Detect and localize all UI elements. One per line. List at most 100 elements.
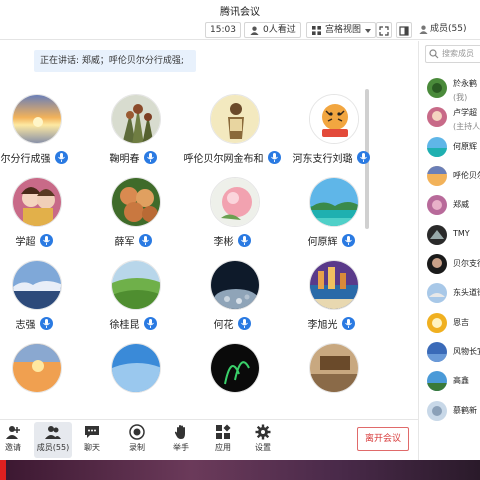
member-avatar	[427, 78, 447, 98]
member-name: 东头道街	[453, 288, 480, 297]
settings-button[interactable]: 设置	[246, 422, 280, 458]
avatar	[309, 260, 359, 310]
avatar	[12, 343, 62, 393]
member-avatar	[427, 225, 447, 245]
avatar	[309, 94, 359, 144]
member-item[interactable]: 於永鹤 (我)	[427, 78, 480, 102]
member-item[interactable]: TMY	[427, 225, 480, 249]
mic-icon	[138, 234, 152, 247]
leave-meeting-button[interactable]: 离开会议	[357, 427, 409, 451]
participant-name: 尔分行成强	[0, 154, 51, 165]
fullscreen-button[interactable]	[376, 22, 392, 38]
member-item[interactable]: 呼伦贝尔	[427, 166, 480, 190]
mic-icon	[341, 317, 355, 330]
invite-button[interactable]: 邀请	[0, 422, 30, 458]
sidebar-toggle-button[interactable]	[396, 22, 412, 38]
view-mode-select[interactable]: 宫格视图	[306, 22, 377, 38]
member-avatar	[427, 254, 447, 274]
member-avatar	[427, 313, 447, 333]
member-item[interactable]: 郑威	[427, 195, 480, 219]
mic-icon	[341, 234, 355, 247]
raise-hand-label: 举手	[173, 443, 189, 452]
participant-tile[interactable]: 李旭光	[271, 260, 391, 340]
member-name: 於永鹤	[453, 79, 477, 88]
video-grid: 正在讲话: 郑威；呼伦贝尔分行成强; 尔分行成强 鞠明春 呼伦贝尔网金布和 河东…	[0, 41, 418, 419]
member-role: (主持人	[453, 122, 480, 131]
member-avatar	[427, 283, 447, 303]
avatar	[12, 177, 62, 227]
member-item[interactable]: 慕鹤新	[427, 401, 480, 425]
mic-icon	[356, 151, 370, 164]
taskbar-accent	[0, 460, 6, 480]
raise-hand-button[interactable]: 举手	[164, 422, 198, 458]
avatar	[111, 94, 161, 144]
member-name: 高鑫	[453, 376, 469, 385]
member-item[interactable]: 贝尔支行	[427, 254, 480, 278]
avatar	[210, 343, 260, 393]
viewer-icon	[250, 26, 259, 35]
member-avatar	[427, 166, 447, 186]
apps-button[interactable]: 应用	[206, 422, 240, 458]
member-item[interactable]: 恩吉	[427, 313, 480, 337]
member-name: 风物长宜	[453, 347, 480, 356]
avatar	[309, 343, 359, 393]
record-icon	[129, 424, 145, 440]
viewers-button[interactable]: 0人看过	[244, 22, 301, 38]
record-button[interactable]: 录制	[120, 422, 154, 458]
participant-name: 李彬	[213, 237, 234, 248]
mic-icon	[237, 317, 251, 330]
chevron-down-icon	[365, 29, 372, 33]
view-mode-label: 宫格视图	[325, 25, 362, 35]
participant-name: 学超	[15, 237, 36, 248]
avatar	[12, 260, 62, 310]
member-name: 卢学超	[453, 108, 477, 117]
member-name: 何原辉	[453, 142, 477, 151]
apps-icon	[216, 424, 231, 439]
viewers-count: 0人看过	[263, 25, 296, 35]
member-avatar	[427, 401, 447, 421]
member-name: 慕鹤新	[453, 406, 477, 415]
members-button[interactable]: 成员(55)	[34, 422, 72, 458]
invite-icon	[6, 426, 20, 439]
member-item[interactable]: 风物长宜	[427, 342, 480, 366]
avatar	[309, 177, 359, 227]
avatar	[210, 177, 260, 227]
member-item[interactable]: 卢学超 (主持人	[427, 107, 480, 131]
members-toggle[interactable]: 成员(55)	[416, 22, 471, 38]
member-name: 呼伦贝尔	[453, 171, 480, 180]
chat-label: 聊天	[84, 443, 100, 452]
invite-label: 邀请	[5, 443, 21, 452]
fullscreen-icon	[379, 26, 389, 36]
raise-hand-icon	[174, 425, 185, 439]
meeting-timer: 15:03	[205, 22, 241, 38]
chat-icon	[85, 426, 99, 438]
mic-icon	[39, 317, 53, 330]
member-item[interactable]: 东头道街	[427, 283, 480, 307]
sidebar-layout-icon	[399, 26, 409, 36]
member-avatar	[427, 195, 447, 215]
title-bar: 腾讯会议	[0, 0, 480, 20]
members-count-label: 成员(55)	[430, 24, 467, 34]
participant-tile[interactable]: 河东支行刘璐	[271, 94, 391, 174]
avatar	[210, 260, 260, 310]
search-placeholder: 搜索成员	[442, 49, 474, 58]
chat-button[interactable]: 聊天	[75, 422, 109, 458]
member-avatar	[427, 137, 447, 157]
avatar	[111, 260, 161, 310]
participant-tile[interactable]	[271, 343, 391, 419]
window-title: 腾讯会议	[220, 7, 260, 18]
member-avatar	[427, 371, 447, 391]
participant-name: 李旭光	[307, 320, 338, 331]
apps-label: 应用	[215, 443, 231, 452]
member-avatar	[427, 342, 447, 362]
member-item[interactable]: 何原辉	[427, 137, 480, 161]
settings-label: 设置	[255, 443, 271, 452]
member-search-input[interactable]: 搜索成员	[425, 45, 480, 63]
avatar	[111, 177, 161, 227]
avatar	[210, 94, 260, 144]
settings-icon	[255, 424, 271, 440]
participant-tile[interactable]: 何原辉	[271, 177, 391, 257]
member-panel: 搜索成员 於永鹤 (我) 卢学超 (主持人 何原辉 呼伦贝尔 郑威 TMY 贝尔…	[418, 41, 480, 460]
member-item[interactable]: 高鑫	[427, 371, 480, 395]
os-taskbar	[0, 460, 480, 480]
